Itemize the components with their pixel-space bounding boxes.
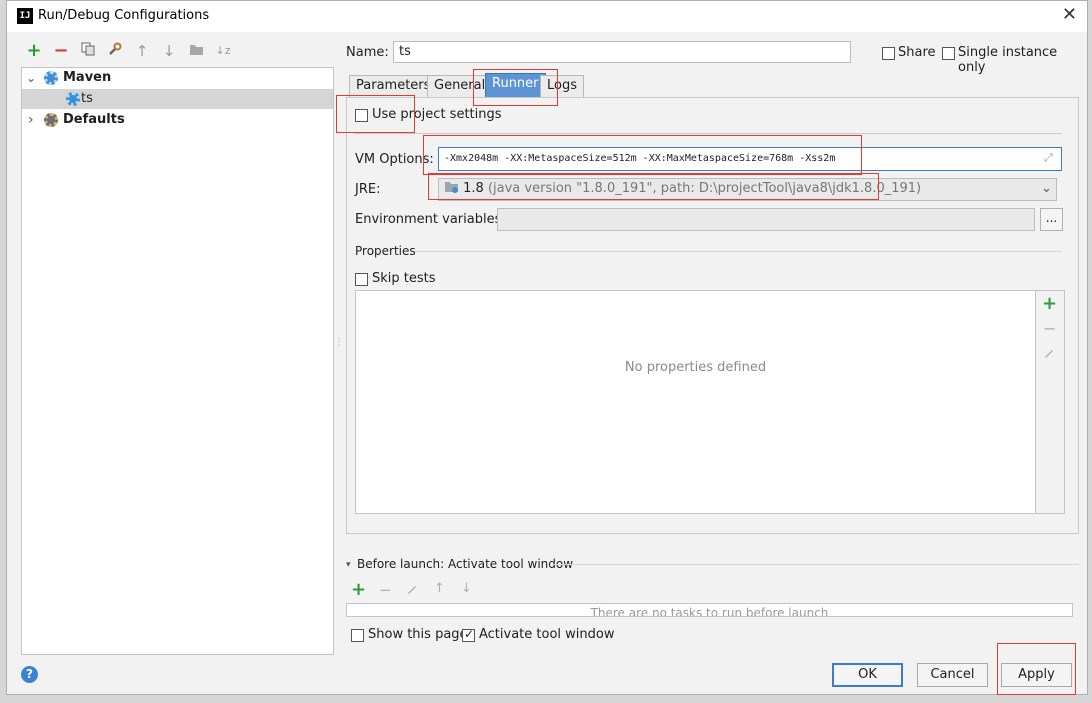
run-debug-dialog: IJ Run/Debug Configurations ✕ + − ↑ ↓ ↓z…	[6, 0, 1088, 695]
activate-tool-window-label: Activate tool window	[479, 627, 615, 642]
use-project-settings-label: Use project settings	[372, 107, 502, 122]
tab-general[interactable]: General	[427, 75, 493, 97]
jre-select[interactable]: 1.8 (java version "1.8.0_191", path: D:\…	[438, 178, 1057, 201]
jre-label: JRE:	[355, 182, 381, 197]
folder-icon	[189, 45, 203, 55]
skip-tests-label: Skip tests	[372, 271, 436, 286]
jre-folder-icon	[444, 181, 459, 196]
move-task-up-icon[interactable]: ↑	[434, 581, 445, 596]
tree-label-maven: Maven	[63, 70, 112, 85]
single-instance-label: Single instance only	[958, 45, 1058, 75]
expand-chevron-icon[interactable]: ⌄	[26, 68, 36, 88]
env-vars-browse-button[interactable]: ...	[1040, 208, 1063, 231]
properties-separator	[415, 251, 1062, 252]
collapse-chevron-icon[interactable]: ›	[28, 110, 34, 130]
cancel-button[interactable]: Cancel	[917, 663, 988, 687]
defaults-wrench-icon	[44, 112, 58, 132]
skip-tests-checkbox[interactable]	[355, 273, 368, 286]
move-task-down-icon[interactable]: ↓	[461, 581, 472, 596]
share-label: Share	[898, 45, 936, 60]
tab-runner[interactable]: Runner	[485, 73, 546, 97]
tab-parameters[interactable]: Parameters	[349, 75, 438, 97]
separator	[355, 133, 1062, 134]
remove-task-icon[interactable]: −	[379, 581, 392, 599]
expand-icon[interactable]: ⤢	[1044, 151, 1053, 165]
show-this-page-checkbox[interactable]	[351, 629, 364, 642]
tab-logs[interactable]: Logs	[540, 75, 584, 97]
add-property-icon[interactable]: +	[1042, 293, 1057, 314]
add-config-button[interactable]: +	[25, 42, 43, 60]
maven-gear-icon	[44, 70, 58, 90]
config-tree[interactable]: ⌄ Maven ts › Defaults	[21, 67, 334, 655]
move-up-button[interactable]: ↑	[133, 42, 151, 60]
before-launch-task-list[interactable]: There are no tasks to run before launch	[346, 603, 1073, 617]
tree-node-defaults[interactable]: › Defaults	[22, 110, 333, 130]
copy-icon	[81, 42, 95, 56]
apply-button[interactable]: Apply	[1001, 663, 1072, 687]
properties-table[interactable]: No properties defined	[355, 290, 1036, 514]
vm-options-input[interactable]: -Xmx2048m -XX:MetaspaceSize=512m -XX:Max…	[438, 147, 1062, 171]
remove-config-button[interactable]: −	[52, 42, 70, 60]
title-bar: IJ Run/Debug Configurations ✕	[7, 1, 1087, 32]
show-this-page-label: Show this page	[368, 627, 468, 642]
use-project-settings-checkbox[interactable]	[355, 109, 368, 122]
name-input[interactable]: ts	[393, 41, 851, 63]
sort-button[interactable]: ↓z	[214, 42, 232, 60]
wrench-icon	[109, 42, 122, 55]
edit-task-icon[interactable]	[406, 583, 418, 599]
ok-button[interactable]: OK	[832, 663, 903, 687]
tree-node-ts[interactable]: ts	[22, 89, 333, 109]
before-launch-separator	[554, 564, 1079, 565]
ts-gear-icon	[66, 91, 80, 111]
edit-property-icon[interactable]	[1043, 347, 1055, 363]
vm-options-label: VM Options:	[355, 152, 434, 167]
share-checkbox[interactable]	[882, 47, 895, 60]
remove-property-icon[interactable]: −	[1043, 319, 1056, 338]
no-tasks-text: There are no tasks to run before launch	[590, 606, 829, 617]
splitter-handle[interactable]: ⋮	[334, 338, 344, 348]
tree-label-ts: ts	[81, 91, 93, 106]
name-label: Name:	[346, 45, 389, 60]
jre-detail: (java version "1.8.0_191", path: D:\proj…	[487, 181, 922, 196]
close-icon[interactable]: ✕	[1062, 6, 1077, 24]
move-down-button[interactable]: ↓	[160, 42, 178, 60]
tree-label-defaults: Defaults	[63, 112, 125, 127]
properties-toolbar: + −	[1036, 290, 1065, 514]
window-title: Run/Debug Configurations	[38, 8, 210, 23]
activate-tool-window-checkbox[interactable]	[462, 627, 475, 642]
single-instance-checkbox[interactable]	[942, 47, 955, 60]
folder-button[interactable]	[187, 42, 205, 60]
edit-defaults-button[interactable]	[106, 42, 124, 60]
no-properties-text: No properties defined	[624, 360, 767, 375]
tree-node-maven[interactable]: ⌄ Maven	[22, 68, 333, 88]
before-launch-title[interactable]: Before launch: Activate tool window	[357, 557, 573, 571]
env-vars-label: Environment variables:	[355, 212, 506, 227]
intellij-app-icon: IJ	[17, 8, 33, 24]
chevron-down-icon[interactable]: ⌄	[1041, 181, 1052, 196]
env-vars-input[interactable]	[497, 208, 1035, 231]
help-icon[interactable]: ?	[21, 666, 38, 683]
properties-label: Properties	[355, 244, 416, 258]
jre-version: 1.8	[463, 181, 484, 196]
collapse-before-launch-icon[interactable]: ▾	[346, 560, 351, 570]
add-task-icon[interactable]: +	[351, 579, 366, 600]
copy-config-button[interactable]	[79, 42, 97, 60]
